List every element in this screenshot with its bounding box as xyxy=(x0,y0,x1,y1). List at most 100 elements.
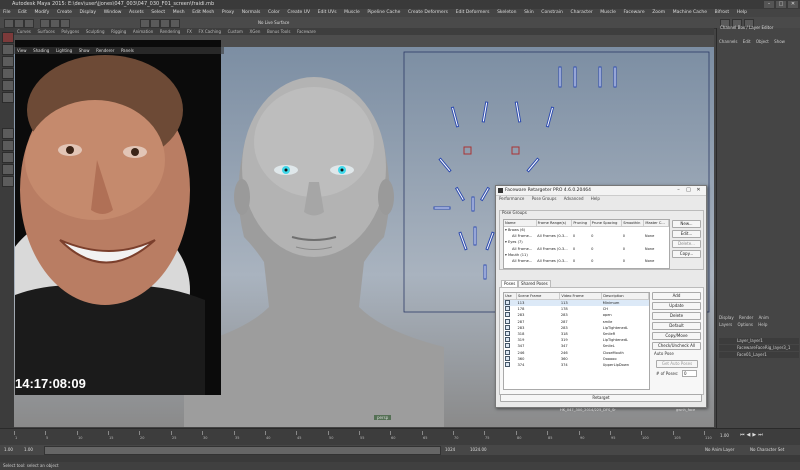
retarget-button[interactable]: Retarget xyxy=(500,394,702,402)
copy-move-button[interactable]: Copy/Move xyxy=(652,332,701,340)
shelf-tab-bonus-tools[interactable]: Bonus Tools xyxy=(267,28,290,35)
layer-row[interactable]: Face01_Layer1 xyxy=(719,352,799,358)
save-scene-icon[interactable] xyxy=(24,19,34,28)
vp-menu-panels[interactable]: Panels xyxy=(121,47,134,54)
menu-edit-mesh[interactable]: Edit Mesh xyxy=(192,9,214,17)
menu-color[interactable]: Color xyxy=(268,9,280,17)
dialog-minimize-button[interactable]: – xyxy=(674,187,683,193)
menu-muscle[interactable]: Muscle xyxy=(344,9,360,17)
use-checkbox[interactable] xyxy=(505,343,510,349)
use-checkbox[interactable] xyxy=(505,355,510,361)
new-group-button[interactable]: New... xyxy=(672,220,701,228)
add-pose-button[interactable]: Add xyxy=(652,292,701,300)
snap-grid-icon[interactable] xyxy=(140,19,150,28)
menu-display[interactable]: Display xyxy=(80,9,97,17)
range-end-field[interactable]: 1024 xyxy=(445,447,455,452)
snap-surface-icon[interactable] xyxy=(170,19,180,28)
layers-menu[interactable]: Layers xyxy=(719,322,732,327)
use-checkbox[interactable] xyxy=(505,312,510,318)
menu-select[interactable]: Select xyxy=(151,9,165,17)
dialog-menu-pose-groups[interactable]: Pose Groups xyxy=(532,196,557,201)
menu-skeleton[interactable]: Skeleton xyxy=(497,9,516,17)
shelf-tab-faceware[interactable]: Faceware xyxy=(297,28,316,35)
lasso-tool-icon[interactable] xyxy=(2,44,14,55)
layout-persp-graph-icon[interactable] xyxy=(2,164,14,175)
menu-window[interactable]: Window xyxy=(104,9,122,17)
tab-poses[interactable]: Poses xyxy=(501,280,519,287)
use-checkbox[interactable] xyxy=(505,349,510,355)
rotate-tool-icon[interactable] xyxy=(2,80,14,91)
close-button[interactable]: ✕ xyxy=(788,1,798,8)
dialog-close-button[interactable]: ✕ xyxy=(694,187,703,193)
playback-controls[interactable]: ⏮◀▶⏭ xyxy=(740,432,765,438)
menu-constrain[interactable]: Constrain xyxy=(541,9,563,17)
shelf-tab-surfaces[interactable]: Surfaces xyxy=(37,28,54,35)
dialog-menu-performance[interactable]: Performance xyxy=(499,196,524,201)
pose-row[interactable]: 374 374 UpperLipDown xyxy=(504,361,649,368)
shelf-tab-curves[interactable]: Curves xyxy=(17,28,31,35)
command-line[interactable] xyxy=(0,455,800,462)
dialog-menu-advanced[interactable]: Advanced xyxy=(564,196,584,201)
display-layers-tab[interactable]: Display xyxy=(719,315,734,320)
layout-side-icon[interactable] xyxy=(2,152,14,163)
layer-row[interactable]: FacewareFaceRig_layer3_1 xyxy=(719,345,799,351)
use-checkbox[interactable] xyxy=(505,361,510,367)
menu-muscle-2[interactable]: Muscle xyxy=(600,9,616,17)
use-checkbox[interactable] xyxy=(505,318,510,324)
menu-normals[interactable]: Normals xyxy=(242,9,261,17)
dialog-maximize-button[interactable]: □ xyxy=(684,187,693,193)
use-checkbox[interactable] xyxy=(505,337,510,343)
time-slider[interactable]: 1 5 10 15 20 25 30 35 40 45 50 55 60 65 70 75 80 85 90 95 10… xyxy=(0,428,800,446)
menu-character[interactable]: Character xyxy=(570,9,592,17)
menu-proxy[interactable]: Proxy xyxy=(222,9,234,17)
range-current-field[interactable]: 1.00 xyxy=(24,447,33,452)
shelf-tab-fx-caching[interactable]: FX Caching xyxy=(199,28,221,35)
menu-zoom[interactable]: Zoom xyxy=(652,9,665,17)
shelf-tab-rendering[interactable]: Rendering xyxy=(160,28,180,35)
layout-four-icon[interactable] xyxy=(2,140,14,151)
default-pose-button[interactable]: Default xyxy=(652,322,701,330)
select-component-icon[interactable] xyxy=(60,19,70,28)
update-pose-button[interactable]: Update xyxy=(652,302,701,310)
pose-group-row[interactable]: ▾ Brows (6) xyxy=(504,227,669,234)
show-tab[interactable]: Show xyxy=(774,39,785,44)
num-poses-field[interactable]: 0 xyxy=(682,370,697,377)
use-checkbox[interactable] xyxy=(505,331,510,337)
menu-create-uv[interactable]: Create UV xyxy=(287,9,310,17)
select-object-icon[interactable] xyxy=(50,19,60,28)
vp-menu-lighting[interactable]: Lighting xyxy=(56,47,72,54)
menu-skin[interactable]: Skin xyxy=(524,9,534,17)
menu-pipeline-cache[interactable]: Pipeline Cache xyxy=(367,9,400,17)
render-layers-tab[interactable]: Render xyxy=(739,315,753,320)
maximize-button[interactable]: □ xyxy=(776,1,786,8)
shelf-tab-animation[interactable]: Animation xyxy=(133,28,153,35)
layout-outliner-icon[interactable] xyxy=(2,176,14,187)
anim-layer-field[interactable]: No Anim Layer xyxy=(705,447,734,452)
range-start-field[interactable]: 1.00 xyxy=(4,447,13,452)
get-auto-poses-button[interactable]: Get Auto Poses xyxy=(656,360,698,368)
menu-create-deformers[interactable]: Create Deformers xyxy=(408,9,448,17)
options-menu[interactable]: Options xyxy=(738,322,753,327)
menu-edit-uvs[interactable]: Edit UVs xyxy=(318,9,337,17)
menu-edit-deformers[interactable]: Edit Deformers xyxy=(456,9,490,17)
pose-group-row[interactable]: All Frame... All Frames (0-3... 0 0 0 None xyxy=(504,258,669,264)
menu-modify[interactable]: Modify xyxy=(34,9,49,17)
channels-tab[interactable]: Channels xyxy=(719,39,738,44)
shelf-tab-xgen[interactable]: XGen xyxy=(250,28,261,35)
shelf-tab-rigging[interactable]: Rigging xyxy=(111,28,126,35)
menu-assets[interactable]: Assets xyxy=(129,9,144,17)
layer-row[interactable]: Layer_layer1 xyxy=(719,338,799,344)
use-checkbox[interactable] xyxy=(505,300,510,306)
snap-point-icon[interactable] xyxy=(160,19,170,28)
use-checkbox[interactable] xyxy=(505,324,510,330)
open-scene-icon[interactable] xyxy=(14,19,24,28)
vp-menu-view[interactable]: View xyxy=(17,47,27,54)
use-checkbox[interactable] xyxy=(505,306,510,312)
shelf-tab-fx[interactable]: FX xyxy=(187,28,192,35)
shelf-tab-sculpting[interactable]: Sculpting xyxy=(86,28,105,35)
snap-curve-icon[interactable] xyxy=(150,19,160,28)
move-tool-icon[interactable] xyxy=(2,68,14,79)
vp-menu-shading[interactable]: Shading xyxy=(33,47,49,54)
layout-single-icon[interactable] xyxy=(2,128,14,139)
character-set-field[interactable]: No Character Set xyxy=(750,447,784,452)
